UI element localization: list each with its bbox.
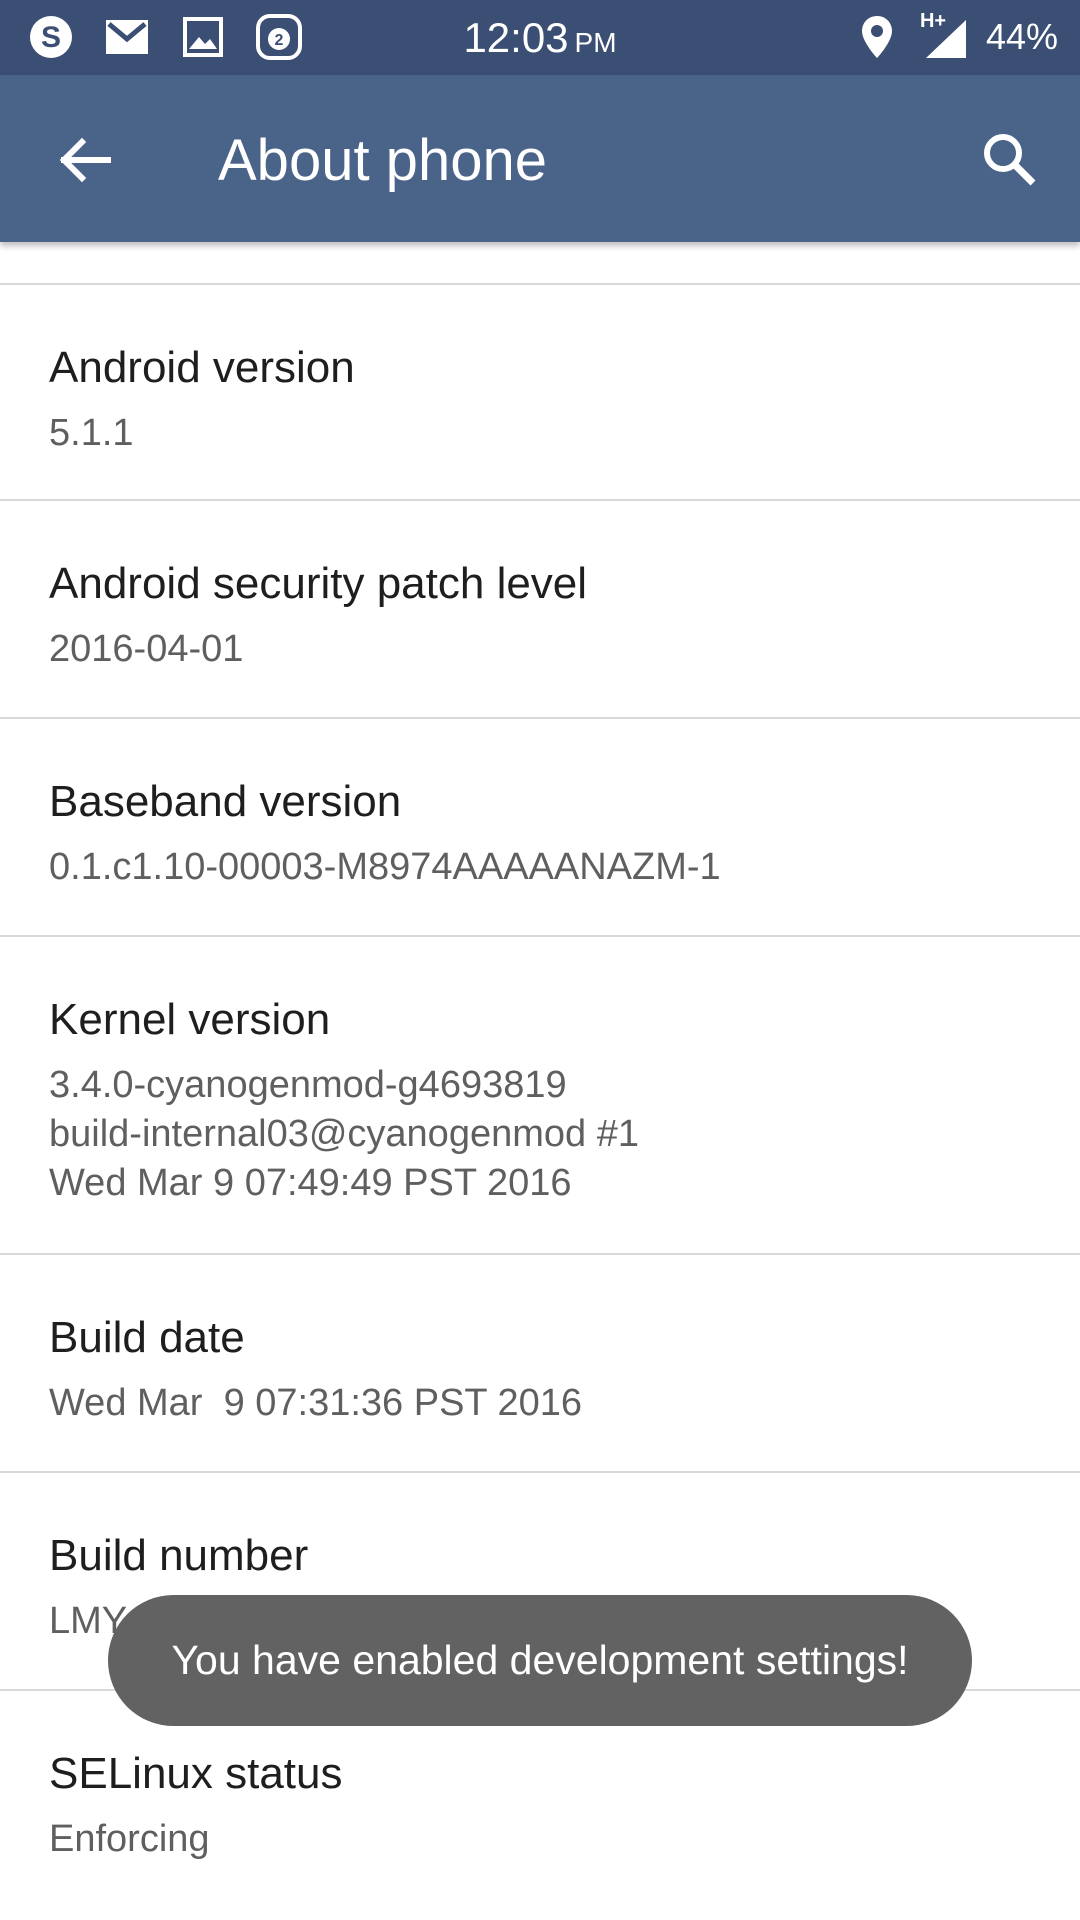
status-bar: S 2 12:03 PM H+ 44% — [0, 0, 1080, 75]
list-item-security-patch-level[interactable]: Android security patch level 2016-04-01 — [0, 501, 1080, 719]
item-title: Build number — [49, 1531, 309, 1580]
list-item-build-date[interactable]: Build date Wed Mar 9 07:31:36 PST 2016 — [0, 1255, 1080, 1473]
system-icons: H+ 44% — [852, 10, 1058, 62]
arrow-back-icon[interactable] — [50, 125, 120, 195]
item-value: 3.4.0-cyanogenmod-g4693819 build-interna… — [49, 1064, 639, 1204]
item-value: Enforcing — [49, 1818, 210, 1860]
item-value: Wed Mar 9 07:31:36 PST 2016 — [49, 1382, 583, 1424]
location-icon — [852, 12, 902, 62]
search-icon[interactable] — [975, 125, 1045, 195]
battery-level: 44% — [985, 16, 1058, 57]
list-item-baseband-version[interactable]: Baseband version 0.1.c1.10-00003-M8974AA… — [0, 719, 1080, 937]
item-title: Baseband version — [49, 777, 402, 826]
item-value: 5.1.1 — [49, 412, 134, 454]
item-title: SELinux status — [49, 1749, 343, 1798]
page-title: About phone — [218, 128, 547, 193]
toast-message: You have enabled development settings! — [108, 1595, 972, 1726]
item-title: Kernel version — [49, 995, 331, 1044]
item-title: Android version — [49, 343, 355, 392]
item-value: 2016-04-01 — [49, 628, 244, 670]
item-title: Build date — [49, 1313, 245, 1362]
list-item-kernel-version[interactable]: Kernel version 3.4.0-cyanogenmod-g469381… — [0, 937, 1080, 1255]
signal-icon: H+ — [919, 10, 968, 62]
item-title: Android security patch level — [49, 559, 588, 608]
app-bar: About phone — [0, 75, 1080, 242]
network-type-label: H+ — [919, 10, 947, 32]
item-value: 0.1.c1.10-00003-M8974AAAAANAZM-1 — [49, 846, 721, 888]
list-item-android-version[interactable]: Android version 5.1.1 — [0, 283, 1080, 501]
